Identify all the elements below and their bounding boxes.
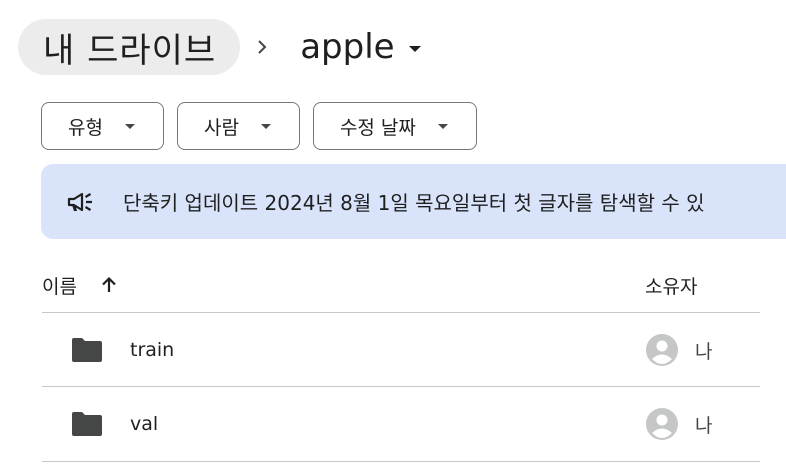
current-folder-label: apple bbox=[300, 27, 395, 67]
chip-label: 사람 bbox=[203, 116, 239, 139]
caret-down-icon bbox=[260, 123, 271, 129]
owner-name: 나 bbox=[695, 414, 713, 437]
banner-text: 단축키 업데이트 2024년 8월 1일 목요일부터 첫 글자를 탐색할 수 있 bbox=[123, 191, 705, 215]
column-header-name[interactable]: 이름 bbox=[42, 272, 77, 299]
chip-label: 유형 bbox=[68, 116, 103, 139]
breadcrumb-current-folder[interactable]: apple bbox=[300, 27, 421, 67]
file-row-train[interactable]: train 나 bbox=[42, 312, 760, 387]
breadcrumb: 내 드라이브 apple bbox=[18, 19, 421, 75]
file-list-header: 이름 소유자 bbox=[42, 258, 760, 312]
shortcut-update-banner: 단축키 업데이트 2024년 8월 1일 목요일부터 첫 글자를 탐색할 수 있 bbox=[41, 164, 786, 239]
filter-people-chip[interactable]: 사람 bbox=[176, 102, 300, 150]
megaphone-icon bbox=[67, 188, 95, 216]
breadcrumb-my-drive[interactable]: 내 드라이브 bbox=[18, 19, 241, 75]
folder-icon bbox=[70, 336, 104, 364]
file-name: val bbox=[130, 413, 159, 435]
file-row-val[interactable]: val 나 bbox=[42, 386, 760, 462]
folder-icon bbox=[70, 410, 104, 438]
chevron-right-icon bbox=[252, 37, 272, 57]
arrow-up-icon[interactable] bbox=[97, 273, 121, 297]
filter-chips: 유형 사람 수정 날짜 bbox=[41, 102, 477, 150]
owner-avatar-icon bbox=[645, 407, 679, 441]
filter-type-chip[interactable]: 유형 bbox=[41, 102, 164, 150]
file-name: train bbox=[130, 339, 175, 361]
caret-down-icon bbox=[408, 46, 421, 52]
owner-avatar-icon bbox=[645, 333, 679, 367]
owner-name: 나 bbox=[695, 340, 713, 363]
chip-label: 수정 날짜 bbox=[339, 116, 416, 139]
filter-modified-chip[interactable]: 수정 날짜 bbox=[312, 102, 477, 150]
column-header-owner: 소유자 bbox=[645, 275, 698, 298]
caret-down-icon bbox=[437, 123, 448, 129]
caret-down-icon bbox=[124, 123, 135, 129]
